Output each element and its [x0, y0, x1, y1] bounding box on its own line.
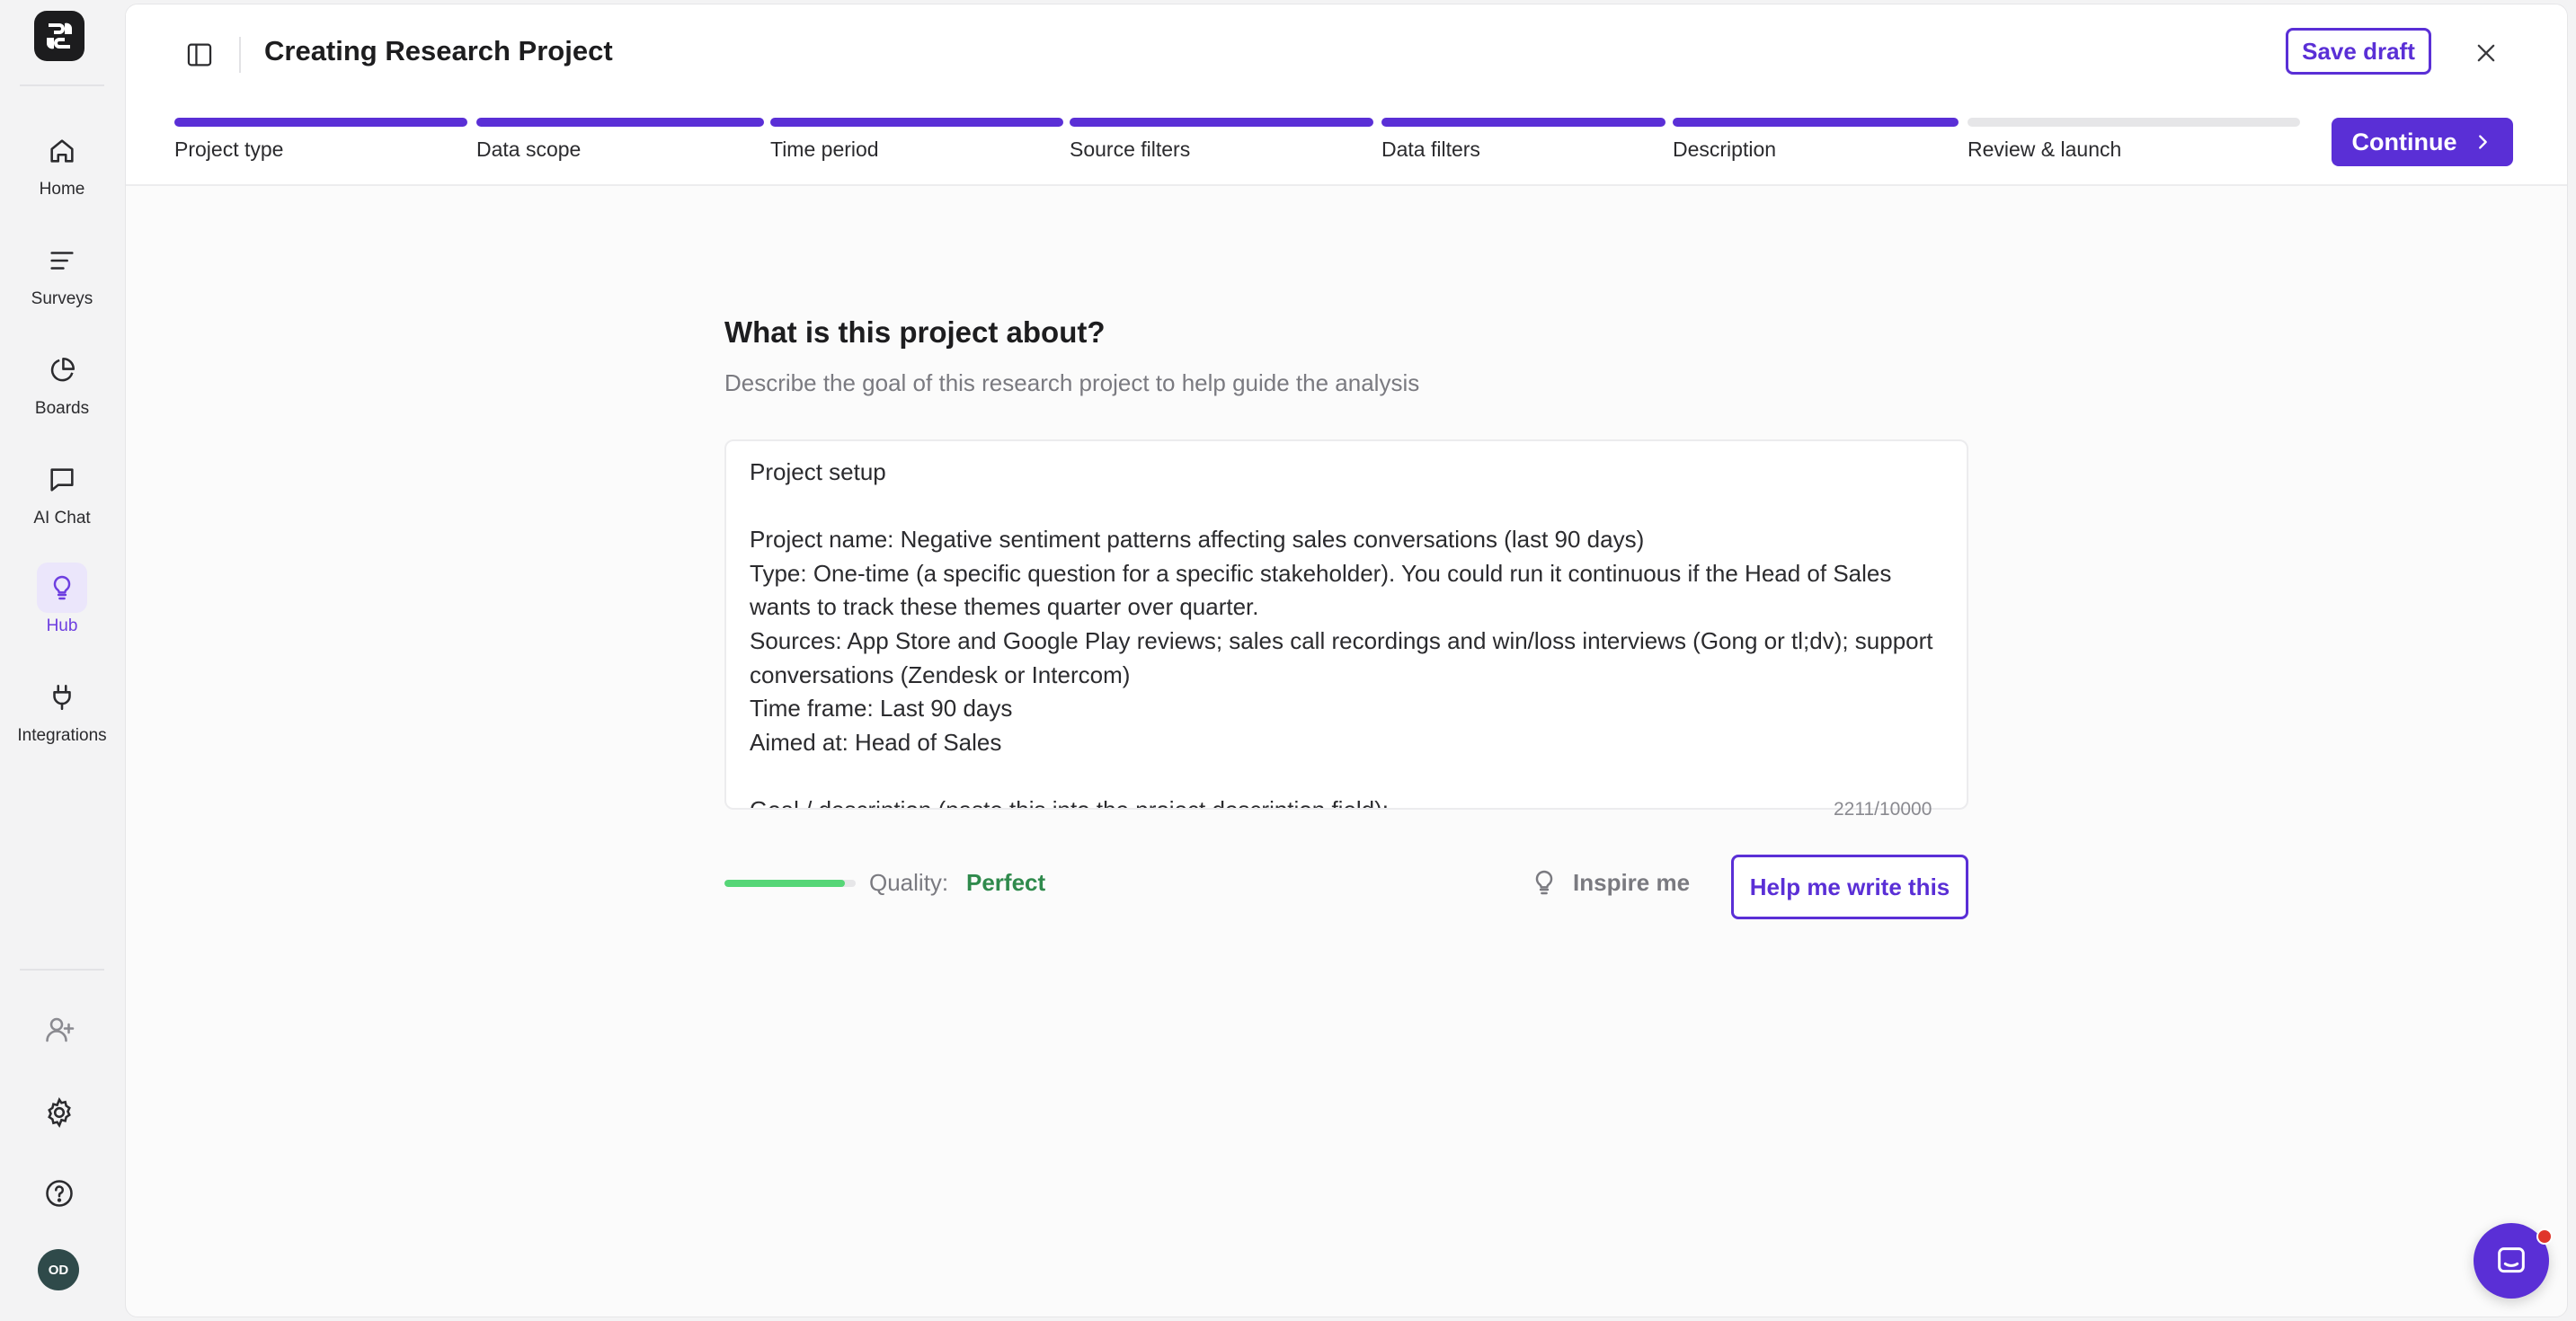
plug-icon	[37, 672, 87, 723]
sidebar-toggle-button[interactable]	[180, 35, 219, 75]
step-progress-bar	[1673, 118, 1959, 127]
sidebar-item-label: Integrations	[17, 726, 107, 745]
notification-dot	[2536, 1228, 2553, 1245]
sidebar-item-label: Hub	[46, 616, 78, 635]
rail-divider	[20, 84, 104, 86]
sidebar-item-label: Boards	[34, 399, 90, 418]
chat-bubble-icon	[37, 455, 87, 505]
quality-meter	[724, 880, 856, 887]
close-icon	[2477, 44, 2495, 62]
pie-chart-icon	[37, 345, 87, 395]
step-data-scope[interactable]: Data scope	[476, 118, 764, 162]
sidebar-item-integrations[interactable]: Integrations	[0, 672, 124, 762]
chevron-right-icon	[2479, 135, 2488, 149]
rail-divider	[20, 969, 104, 971]
save-draft-button[interactable]: Save draft	[2286, 28, 2431, 75]
step-progress-bar	[1968, 118, 2300, 127]
chat-launcher-icon	[2498, 1247, 2525, 1273]
sidebar-toggle-icon	[187, 43, 212, 66]
step-label: Data scope	[476, 137, 582, 161]
close-button[interactable]	[2466, 33, 2506, 73]
inspire-me-label: Inspire me	[1573, 868, 1691, 896]
avatar[interactable]: OD	[38, 1249, 79, 1290]
app-logo[interactable]	[34, 11, 84, 61]
step-data-filters[interactable]: Data filters	[1381, 118, 1666, 162]
home-icon	[37, 126, 87, 176]
step-label: Time period	[770, 137, 879, 161]
step-label: Project type	[174, 137, 284, 161]
step-project-type[interactable]: Project type	[174, 118, 467, 162]
inspire-me-button[interactable]: Inspire me	[1530, 855, 1701, 910]
step-progress-bar	[174, 118, 467, 127]
add-user-icon[interactable]	[34, 1005, 84, 1055]
gear-icon[interactable]	[34, 1087, 84, 1138]
lightbulb-icon	[37, 563, 87, 613]
step-progress-bar	[476, 118, 764, 127]
logo-icon	[46, 22, 73, 49]
quality-label: Quality:	[869, 869, 949, 896]
step-progress-bar	[1070, 118, 1373, 127]
quality-meter-fill	[724, 880, 846, 887]
lightbulb-icon	[1535, 870, 1553, 895]
sidebar-item-label: Surveys	[31, 289, 93, 308]
step-progress-bar	[1381, 118, 1666, 127]
description-text: Project setup Project name: Negative sen…	[750, 458, 1933, 810]
step-label: Description	[1673, 137, 1777, 161]
step-time-period[interactable]: Time period	[770, 118, 1063, 162]
step-description[interactable]: Description	[1673, 118, 1959, 162]
step-review-launch[interactable]: Review & launch	[1968, 118, 2300, 162]
sidebar-item-boards[interactable]: Boards	[0, 345, 124, 435]
description-textarea[interactable]: Project setup Project name: Negative sen…	[724, 439, 1968, 810]
sidebar-item-ai-chat[interactable]: AI Chat	[0, 455, 124, 545]
character-counter: 2211/10000	[1834, 799, 1932, 820]
question-subtitle: Describe the goal of this research proje…	[724, 369, 1420, 396]
header-divider	[239, 37, 241, 73]
continue-label: Continue	[2351, 128, 2457, 155]
continue-button[interactable]: Continue	[2332, 118, 2513, 166]
list-icon	[37, 235, 87, 286]
help-icon[interactable]	[34, 1168, 84, 1219]
left-sidebar: Home Surveys Boards AI Chat Hub Integrat…	[0, 0, 124, 1321]
step-label: Source filters	[1070, 137, 1191, 161]
sidebar-item-label: Home	[39, 180, 85, 199]
quality-value: Perfect	[966, 869, 1046, 896]
wizard-header: Creating Research Project Save draft Pro…	[126, 4, 2567, 186]
main-panel: Creating Research Project Save draft Pro…	[125, 4, 2568, 1317]
help-me-write-button[interactable]: Help me write this	[1731, 855, 1968, 919]
step-source-filters[interactable]: Source filters	[1070, 118, 1373, 162]
sidebar-item-home[interactable]: Home	[0, 126, 124, 216]
step-progress-bar	[770, 118, 1063, 127]
page-title: Creating Research Project	[264, 35, 613, 66]
step-label: Review & launch	[1968, 137, 2122, 161]
step-label: Data filters	[1381, 137, 1480, 161]
question-title: What is this project about?	[724, 315, 1106, 349]
sidebar-item-surveys[interactable]: Surveys	[0, 235, 124, 325]
sidebar-item-label: AI Chat	[33, 509, 91, 528]
sidebar-item-hub[interactable]: Hub	[0, 563, 124, 652]
